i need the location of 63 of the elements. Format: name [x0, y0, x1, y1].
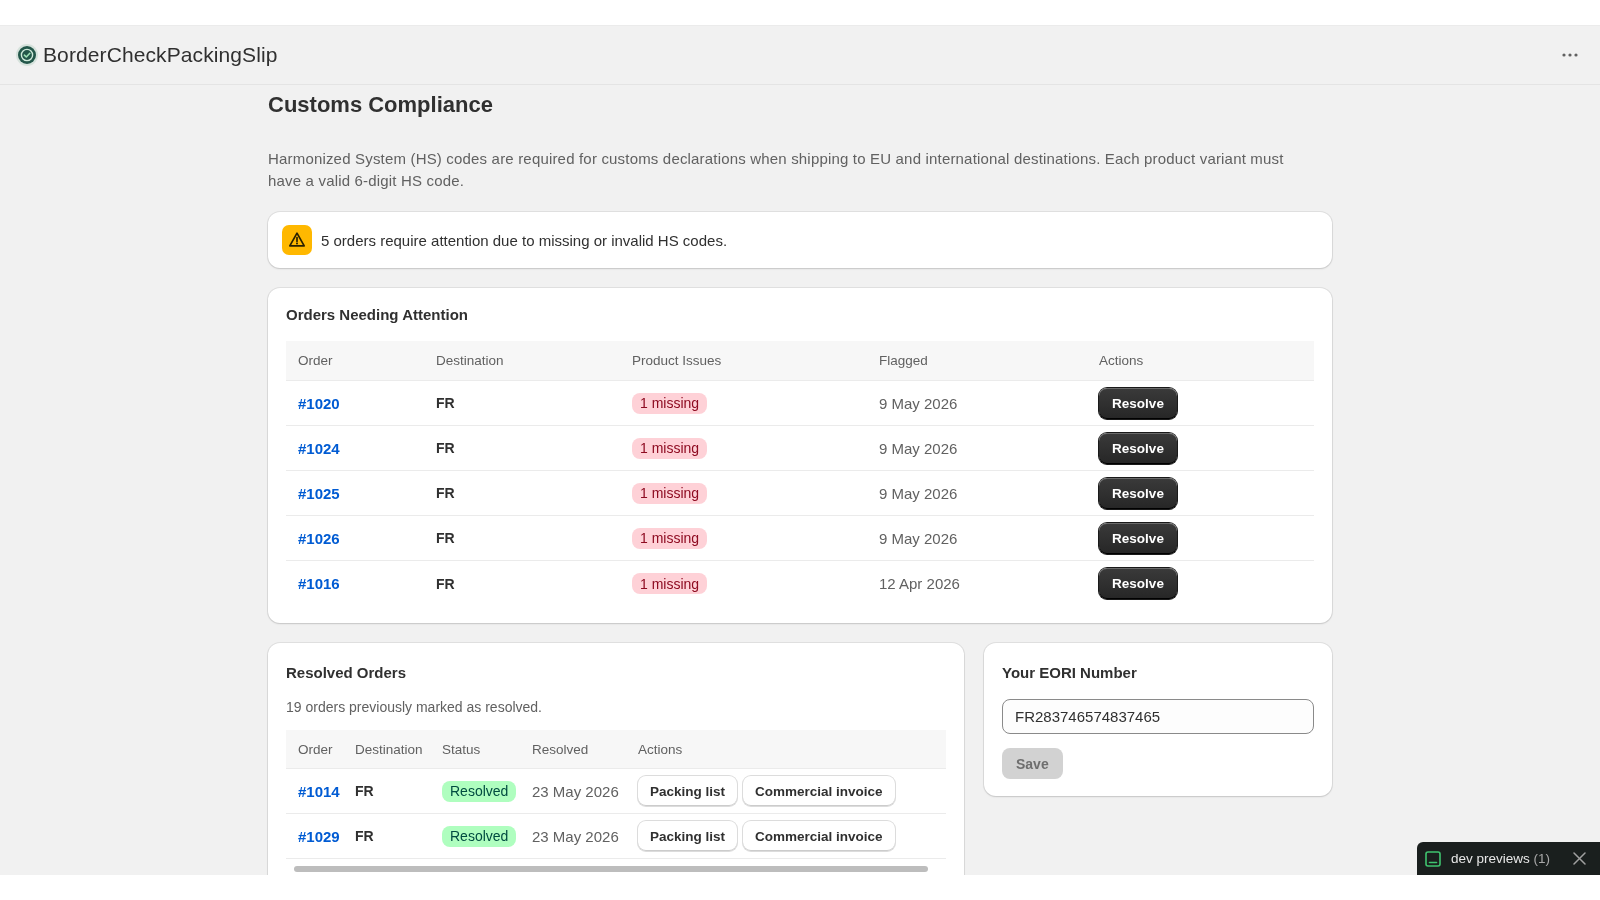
resolve-button[interactable]: Resolve	[1099, 387, 1177, 419]
issue-badge: 1 missing	[632, 392, 708, 414]
card-title: Resolved Orders	[286, 663, 408, 683]
column-header: Flagged	[879, 353, 928, 368]
column-header: Order	[298, 741, 333, 757]
warning-icon	[282, 225, 312, 255]
resolve-button[interactable]: Resolve	[1099, 568, 1177, 599]
panel-icon	[1425, 850, 1441, 867]
destination-code: FR	[436, 485, 455, 501]
check-badge-icon	[16, 44, 38, 66]
alert-message: 5 orders require attention due to missing or invalid HS codes.	[321, 231, 728, 249]
issue-badge: 1 missing	[632, 527, 708, 549]
order-link[interactable]: #1014	[298, 782, 340, 800]
resolved-summary: 19 orders previously marked as resolved.	[286, 698, 543, 717]
column-header: Resolved	[532, 741, 589, 757]
card-title: Orders Needing Attention	[286, 305, 469, 325]
close-icon	[1573, 852, 1586, 865]
column-header: Actions	[638, 741, 683, 757]
document-button[interactable]: Packing list	[638, 821, 738, 851]
page-description: Harmonized System (HS) codes are required for customs declarations when shipping to EU and international destinations. Each product variant must have a valid 6-digit HS code.	[268, 149, 1285, 191]
issue-badge: 1 missing	[632, 437, 708, 459]
column-header: Status	[442, 741, 481, 757]
column-header: Product Issues	[632, 353, 722, 368]
destination-code: FR	[436, 530, 455, 546]
dev-previews-button[interactable]: dev previews (1)	[1425, 850, 1551, 867]
issue-badge: 1 missing	[632, 482, 708, 504]
destination-code: FR	[436, 395, 455, 411]
destination-code: FR	[436, 575, 455, 592]
order-link[interactable]: #1029	[298, 827, 340, 845]
card-title: Your EORI Number	[1002, 663, 1138, 683]
column-header: Destination	[355, 741, 423, 757]
order-link[interactable]: #1026	[298, 529, 340, 547]
page-title: Customs Compliance	[268, 92, 494, 118]
flagged-date: 9 May 2026	[879, 394, 958, 412]
ellipsis-icon	[1562, 53, 1578, 57]
resolve-button[interactable]: Resolve	[1099, 432, 1177, 464]
status-badge: Resolved	[442, 825, 517, 847]
document-button[interactable]: Commercial invoice	[743, 776, 895, 806]
resolved-date: 23 May 2026	[532, 782, 619, 800]
destination-code: FR	[355, 783, 374, 799]
eori-input[interactable]: FR283746574837465	[1002, 699, 1314, 734]
destination-code: FR	[436, 440, 455, 456]
flagged-date: 9 May 2026	[879, 484, 958, 502]
flagged-date: 12 Apr 2026	[879, 575, 960, 592]
scrollbar-thumb[interactable]	[294, 866, 928, 872]
app-title: BorderCheckPackingSlip	[43, 43, 278, 67]
document-button[interactable]: Packing list	[638, 776, 738, 806]
resolved-date: 23 May 2026	[532, 827, 619, 845]
column-header: Order	[298, 353, 333, 368]
order-link[interactable]: #1025	[298, 484, 340, 502]
document-button[interactable]: Commercial invoice	[743, 821, 895, 851]
flagged-date: 9 May 2026	[879, 439, 958, 457]
destination-code: FR	[355, 828, 374, 844]
issue-badge: 1 missing	[632, 573, 708, 594]
column-header: Destination	[436, 353, 504, 368]
resolve-button[interactable]: Resolve	[1099, 522, 1177, 554]
order-link[interactable]: #1024	[298, 439, 340, 457]
order-link[interactable]: #1020	[298, 394, 340, 412]
flagged-date: 9 May 2026	[879, 529, 958, 547]
resolve-button[interactable]: Resolve	[1099, 477, 1177, 509]
status-badge: Resolved	[442, 780, 517, 802]
order-link[interactable]: #1016	[298, 575, 340, 592]
column-header: Actions	[1099, 353, 1144, 368]
